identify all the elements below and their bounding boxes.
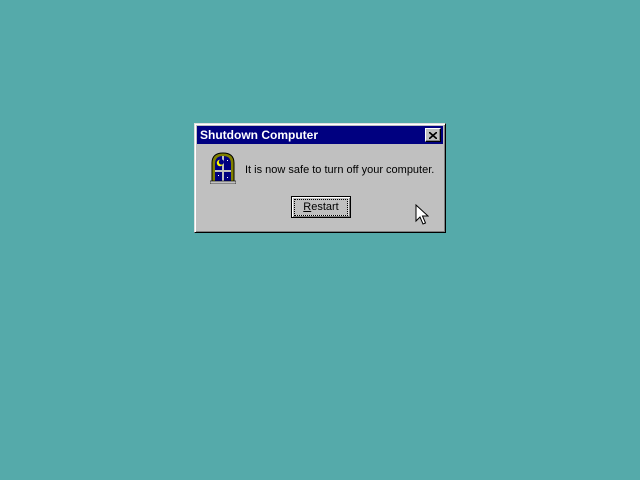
mouse-pointer-icon <box>415 204 429 225</box>
dialog-body: It is now safe to turn off your computer… <box>197 144 443 230</box>
close-button[interactable] <box>425 128 441 142</box>
night-window-icon <box>210 152 236 184</box>
dialog-title: Shutdown Computer <box>200 128 318 142</box>
restart-button[interactable]: Restart <box>291 196 351 218</box>
close-icon <box>429 131 437 139</box>
restart-label-rest: estart <box>311 200 339 213</box>
shutdown-dialog: Shutdown Computer It is now safe to turn… <box>194 123 446 233</box>
restart-button-label: Restart <box>294 198 348 216</box>
title-bar[interactable]: Shutdown Computer <box>197 126 443 144</box>
safe-shutdown-message: It is now safe to turn off your computer… <box>245 164 435 176</box>
